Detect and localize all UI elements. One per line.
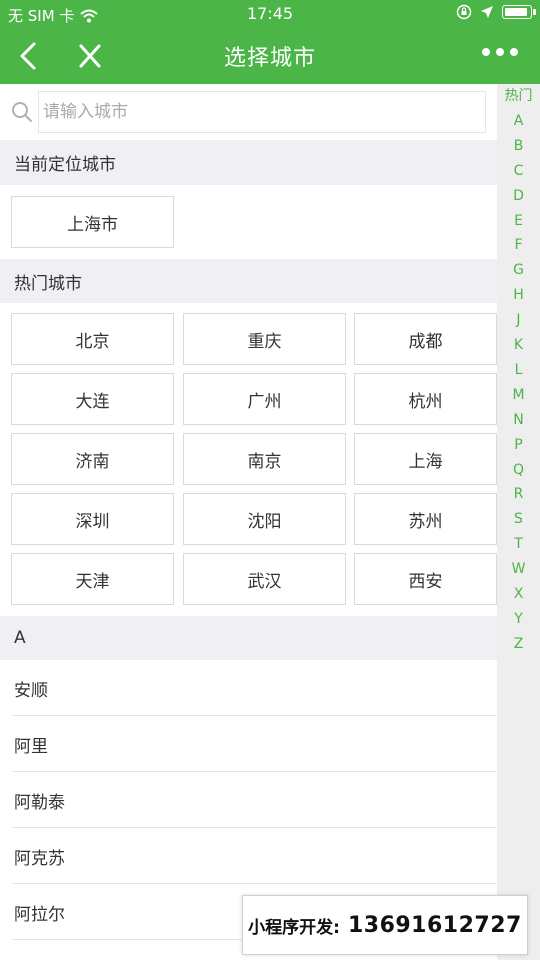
index-letter[interactable]: J (497, 309, 540, 331)
location-arrow-icon (481, 6, 493, 18)
index-letter[interactable]: 热门 (497, 85, 540, 107)
index-letter[interactable]: F (497, 234, 540, 256)
city-list-item[interactable]: 阿里 (0, 716, 497, 772)
index-letter[interactable]: Y (497, 608, 540, 630)
hot-city-button[interactable]: 济南 (11, 433, 174, 485)
hot-city-button[interactable]: 杭州 (354, 373, 497, 425)
hot-city-button[interactable]: 沈阳 (183, 493, 346, 545)
hot-city-button[interactable]: 南京 (183, 433, 346, 485)
index-letter[interactable]: R (497, 483, 540, 505)
index-letter[interactable]: H (497, 284, 540, 306)
index-letter[interactable]: A (497, 110, 540, 132)
hot-city-button[interactable]: 上海 (354, 433, 497, 485)
status-right (456, 4, 536, 20)
index-letter[interactable]: Z (497, 633, 540, 655)
section-hot-cities: 热门城市 (0, 259, 497, 303)
current-city-button[interactable]: 上海市 (11, 196, 174, 248)
section-current-location: 当前定位城市 (0, 140, 497, 185)
index-letter[interactable]: S (497, 508, 540, 530)
index-letter[interactable]: N (497, 409, 540, 431)
index-letter[interactable]: M (497, 384, 540, 406)
alphabet-index-bar[interactable]: 热门 A B C D E F G H J K L M N P Q R S T W X Y Z (497, 84, 540, 960)
page-title: 选择城市 (223, 46, 316, 71)
city-list-item[interactable]: 阿克苏 (0, 828, 497, 884)
hot-city-button[interactable]: 重庆 (183, 313, 346, 365)
hot-city-button[interactable]: 成都 (354, 313, 497, 365)
hot-city-button[interactable]: 深圳 (11, 493, 174, 545)
index-letter[interactable]: P (497, 434, 540, 456)
index-letter[interactable]: T (497, 533, 540, 555)
index-letter[interactable]: Q (497, 459, 540, 481)
battery-fill (505, 8, 527, 16)
promo-phone: 13691612727 (347, 912, 522, 938)
hot-city-button[interactable]: 西安 (354, 553, 497, 605)
battery-icon (502, 5, 536, 19)
hot-city-button[interactable]: 北京 (11, 313, 174, 365)
index-letter[interactable]: B (497, 135, 540, 157)
index-letter[interactable]: K (497, 334, 540, 356)
hot-city-button[interactable]: 天津 (11, 553, 174, 605)
hot-city-button[interactable]: 广州 (183, 373, 346, 425)
index-letter[interactable]: X (497, 583, 540, 605)
header: 无 SIM 卡 17:45 选择城市 (0, 0, 540, 84)
search-input[interactable] (38, 91, 486, 133)
status-bar: 无 SIM 卡 17:45 (0, 0, 540, 28)
section-letter-a: A (0, 616, 497, 660)
hot-city-button[interactable]: 大连 (11, 373, 174, 425)
search-bar (0, 84, 497, 140)
orientation-lock-icon (456, 4, 472, 20)
nav-bar: 选择城市 (0, 28, 540, 84)
index-letter[interactable]: L (497, 359, 540, 381)
city-list-item[interactable]: 阿勒泰 (0, 772, 497, 828)
index-letter[interactable]: W (497, 558, 540, 580)
more-icon[interactable] (482, 48, 518, 56)
index-letter[interactable]: G (497, 259, 540, 281)
promo-banner: 小程序开发: 13691612727 (242, 895, 528, 955)
city-list-item[interactable]: 安顺 (0, 660, 497, 716)
index-letter[interactable]: D (497, 185, 540, 207)
search-icon (12, 102, 32, 122)
hot-city-button[interactable]: 武汉 (183, 553, 346, 605)
promo-label: 小程序开发: (248, 917, 340, 938)
hot-city-button[interactable]: 苏州 (354, 493, 497, 545)
index-letter[interactable]: E (497, 210, 540, 232)
index-letter[interactable]: C (497, 160, 540, 182)
